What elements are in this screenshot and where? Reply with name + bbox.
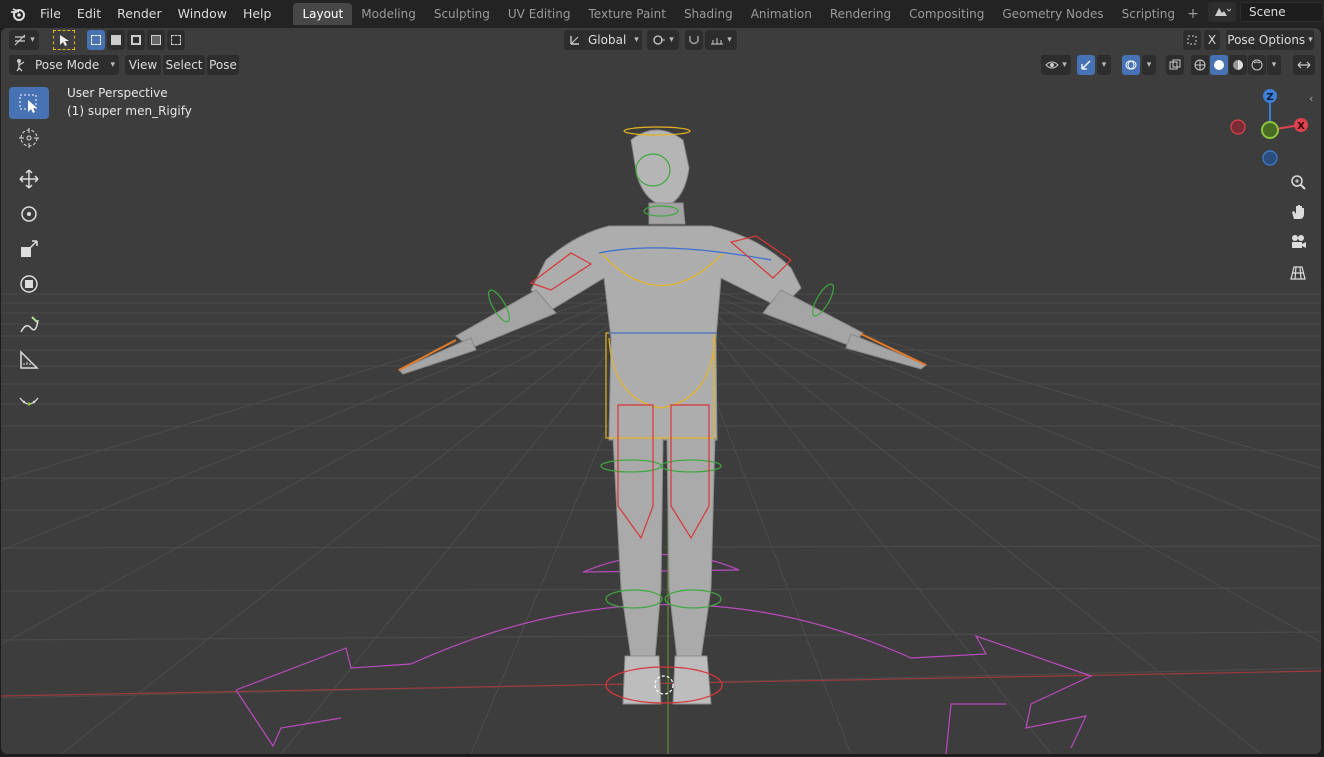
pan-hand-icon[interactable]	[1286, 200, 1310, 224]
view-menu[interactable]: View	[125, 55, 161, 75]
scene-browse-icon[interactable]	[1208, 2, 1236, 22]
pivot-icon	[653, 35, 666, 45]
rotate-tool-icon[interactable]	[9, 198, 49, 230]
cursor-tool-icon[interactable]	[9, 122, 49, 154]
select-tool-icon[interactable]	[53, 30, 75, 50]
y-axis-icon	[1261, 121, 1279, 139]
tab-compositing[interactable]: Compositing	[900, 3, 993, 25]
select-subtract-icon[interactable]	[127, 30, 145, 50]
snap-target-dropdown[interactable]: ▾	[705, 30, 737, 50]
scene-name-field[interactable]: Scene	[1240, 2, 1324, 22]
viewport-info: User Perspective (1) super men_Rigify	[67, 84, 192, 120]
orthographic-grid-icon[interactable]	[1286, 260, 1310, 284]
tab-layout[interactable]: Layout	[293, 3, 353, 25]
tab-texture-paint[interactable]: Texture Paint	[580, 3, 675, 25]
material-shading-icon[interactable]	[1229, 55, 1247, 75]
top-bar: File Edit Render Window Help Layout Mode…	[0, 0, 1324, 28]
neg-x-axis-icon	[1230, 119, 1246, 135]
snap-increment-icon	[711, 38, 724, 45]
menu-edit[interactable]: Edit	[69, 2, 109, 26]
menu-render[interactable]: Render	[109, 2, 170, 26]
select-invert-icon[interactable]	[147, 30, 165, 50]
3d-viewport[interactable]: ▾ Global ▾ ▾ ▾ X Pose Options ▾ Pose Mod…	[1, 28, 1321, 754]
menu-file[interactable]: File	[32, 2, 69, 26]
select-box-tool-icon[interactable]	[9, 87, 49, 119]
viewport-header: Pose Mode ▾ View Select Pose ▾ ▾ ▾ ▾	[1, 53, 1321, 77]
camera-view-icon[interactable]	[1286, 230, 1310, 254]
tab-sculpting[interactable]: Sculpting	[425, 3, 499, 25]
collapse-sidebar-icon[interactable]: ‹	[1309, 92, 1313, 105]
menu-window[interactable]: Window	[170, 2, 235, 26]
tab-geometry-nodes[interactable]: Geometry Nodes	[993, 3, 1112, 25]
toolbar	[9, 87, 49, 420]
navigation-gizmo[interactable]: Z X	[1226, 84, 1311, 169]
overlays-icon	[1125, 60, 1137, 70]
neg-z-axis-icon	[1262, 150, 1278, 166]
zoom-icon[interactable]	[1286, 170, 1310, 194]
tab-rendering[interactable]: Rendering	[821, 3, 900, 25]
gizmo-dropdown[interactable]: ▾	[1097, 55, 1111, 75]
root-bone	[235, 553, 1093, 754]
gizmo-toggle[interactable]	[1077, 55, 1095, 75]
measure-tool-icon[interactable]	[9, 344, 49, 376]
pivot-point-dropdown[interactable]: ▾	[647, 30, 679, 50]
tab-animation[interactable]: Animation	[742, 3, 821, 25]
overlays-dropdown[interactable]: ▾	[1142, 55, 1156, 75]
add-workspace-icon[interactable]: +	[1184, 6, 1202, 22]
pose-mode-icon	[16, 59, 25, 72]
visibility-dropdown[interactable]: ▾	[1041, 55, 1071, 75]
solid-shading-icon[interactable]	[1210, 55, 1228, 75]
relax-tool-icon[interactable]	[9, 385, 49, 417]
annotate-tool-icon[interactable]	[9, 309, 49, 341]
tab-modeling[interactable]: Modeling	[352, 3, 425, 25]
select-intersect-icon[interactable]	[167, 30, 185, 50]
display-options-icon[interactable]	[1183, 30, 1201, 50]
sidebar-toggle-icon[interactable]	[1293, 55, 1315, 75]
svg-text:Z: Z	[1266, 92, 1273, 103]
shading-dropdown[interactable]: ▾	[1267, 55, 1281, 75]
workspace-tabs: Layout Modeling Sculpting UV Editing Tex…	[293, 2, 1202, 26]
selection-mode-group	[87, 30, 185, 50]
perspective-label: User Perspective	[67, 86, 168, 100]
select-new-icon[interactable]	[87, 30, 105, 50]
viewport-canvas[interactable]	[1, 28, 1321, 754]
xray-icon	[1169, 59, 1181, 70]
menu-help[interactable]: Help	[235, 2, 280, 26]
rendered-shading-icon[interactable]	[1248, 55, 1266, 75]
shading-modes: ▾	[1191, 55, 1281, 75]
tab-scripting[interactable]: Scripting	[1113, 3, 1184, 25]
transform-tool-icon[interactable]	[9, 268, 49, 300]
tool-settings-header: ▾ Global ▾ ▾ ▾ X Pose Options ▾	[1, 28, 1321, 52]
blender-logo-icon[interactable]	[4, 2, 32, 26]
pose-menu[interactable]: Pose	[207, 55, 239, 75]
x-mirror-toggle[interactable]: X	[1204, 30, 1220, 50]
magnet-icon	[689, 36, 699, 45]
grid-axis-icon	[14, 34, 26, 46]
tab-shading[interactable]: Shading	[675, 3, 742, 25]
eye-icon	[1045, 61, 1059, 69]
svg-text:X: X	[1297, 121, 1305, 132]
active-object-label: (1) super men_Rigify	[67, 104, 192, 118]
select-menu[interactable]: Select	[163, 55, 205, 75]
overlays-toggle[interactable]	[1122, 55, 1140, 75]
xray-toggle[interactable]	[1166, 55, 1184, 75]
wireframe-shading-icon[interactable]	[1191, 55, 1209, 75]
gizmo-icon	[1081, 60, 1091, 70]
orientation-icon	[570, 36, 579, 45]
mode-dropdown[interactable]: Pose Mode ▾	[9, 55, 119, 75]
tab-uv-editing[interactable]: UV Editing	[499, 3, 580, 25]
snap-toggle[interactable]	[685, 30, 703, 50]
editor-type-button[interactable]: ▾	[9, 30, 39, 50]
scene-selector: Scene	[1208, 2, 1324, 22]
pose-options-dropdown[interactable]: Pose Options ▾	[1226, 30, 1314, 50]
select-extend-icon[interactable]	[107, 30, 125, 50]
move-tool-icon[interactable]	[9, 163, 49, 195]
transform-orientation-dropdown[interactable]: Global ▾	[564, 30, 642, 50]
scale-tool-icon[interactable]	[9, 233, 49, 265]
